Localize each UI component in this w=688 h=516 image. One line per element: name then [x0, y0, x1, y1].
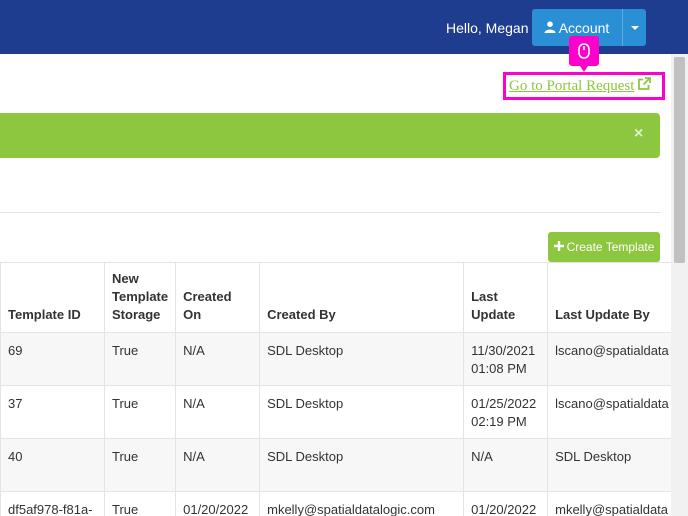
cell-created-on: N/A	[175, 332, 261, 386]
cell-new-template-storage: True	[103, 438, 177, 492]
cell-last-update: N/A	[463, 438, 549, 492]
account-label: Account	[558, 19, 610, 36]
cell-created-by: mkelly@spatialdatalogic.com	[259, 491, 465, 516]
table-row[interactable]: 40 True N/A SDL Desktop N/A SDL Desktop	[0, 438, 677, 492]
plus-icon	[553, 240, 564, 254]
user-icon	[544, 20, 556, 36]
cell-created-by: SDL Desktop	[259, 385, 465, 439]
cell-created-on: 01/20/2022	[175, 491, 261, 516]
cell-new-template-storage: True	[103, 332, 177, 386]
column-header-created-on[interactable]: Created On	[175, 262, 261, 333]
column-header-last-update[interactable]: Last Update	[463, 262, 549, 333]
cell-template-id: 69	[0, 332, 105, 386]
section-divider	[0, 212, 660, 213]
external-link-icon	[637, 77, 652, 96]
cell-template-id: 37	[0, 385, 105, 439]
cell-template-id: 40	[0, 438, 105, 492]
cell-new-template-storage: True	[103, 385, 177, 439]
cell-created-by: SDL Desktop	[259, 332, 465, 386]
account-dropdown-toggle[interactable]	[622, 9, 646, 46]
column-header-last-update-by[interactable]: Last Update By	[547, 262, 677, 333]
cell-created-by: SDL Desktop	[259, 438, 465, 492]
templates-table: Template ID New Template Storage Created…	[0, 262, 677, 516]
table-row[interactable]: df5af978-f81a- True 01/20/2022 mkelly@sp…	[0, 491, 677, 516]
table-row[interactable]: 69 True N/A SDL Desktop 11/30/2021 01:08…	[0, 332, 677, 386]
success-alert	[0, 113, 660, 158]
cell-last-update-by: mkelly@spatialdata	[547, 491, 677, 516]
column-header-new-template-storage[interactable]: New Template Storage	[103, 262, 177, 333]
table-row[interactable]: 37 True N/A SDL Desktop 01/25/2022 02:19…	[0, 385, 677, 439]
portal-request-link[interactable]: Go to Portal Request	[509, 77, 652, 96]
cell-last-update: 01/25/2022 02:19 PM	[463, 385, 549, 439]
mouse-cursor-icon	[569, 36, 599, 72]
scrollbar-thumb[interactable]	[674, 57, 685, 263]
cell-created-on: N/A	[175, 385, 261, 439]
create-template-button[interactable]: Create Template	[548, 232, 660, 262]
cell-template-id: df5af978-f81a-	[0, 491, 105, 516]
table-header-row: Template ID New Template Storage Created…	[0, 262, 677, 333]
cell-created-on: N/A	[175, 438, 261, 492]
cell-last-update: 11/30/2021 01:08 PM	[463, 332, 549, 386]
cell-last-update-by: SDL Desktop	[547, 438, 677, 492]
column-header-template-id[interactable]: Template ID	[0, 262, 105, 333]
create-template-label: Create Template	[566, 240, 655, 254]
cell-last-update-by: lscano@spatialdata	[547, 385, 677, 439]
cell-new-template-storage: True	[103, 491, 177, 516]
caret-down-icon	[630, 25, 639, 30]
portal-request-label: Go to Portal Request	[509, 78, 635, 94]
column-header-created-by[interactable]: Created By	[259, 262, 465, 333]
cell-last-update: 01/20/2022	[463, 491, 549, 516]
alert-close-button[interactable]: ×	[634, 125, 643, 143]
user-greeting: Hello, Megan	[446, 20, 529, 36]
cell-last-update-by: lscano@spatialdata	[547, 332, 677, 386]
